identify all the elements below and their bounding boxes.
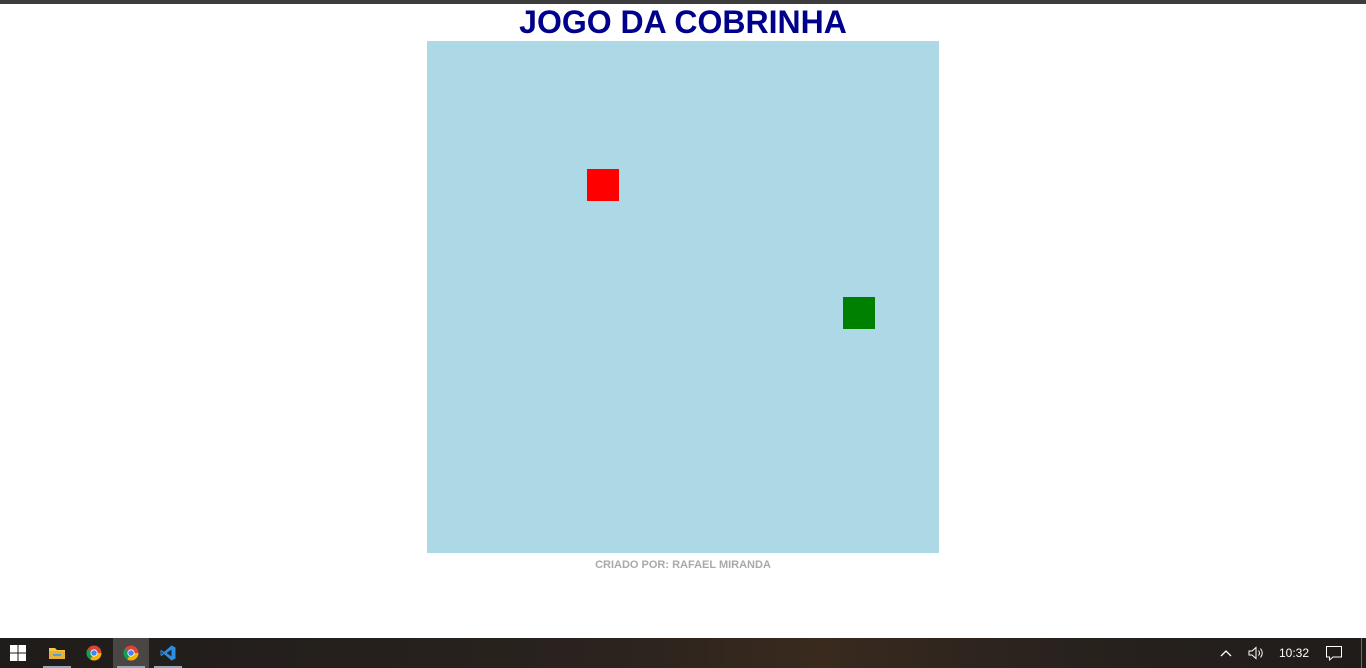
chrome-icon bbox=[123, 645, 139, 661]
start-button[interactable] bbox=[0, 638, 36, 668]
snake-head bbox=[843, 297, 875, 329]
author-credit: CRIADO POR: RAFAEL MIRANDA bbox=[595, 559, 771, 571]
action-center-button[interactable] bbox=[1320, 638, 1348, 668]
taskbar-chrome[interactable] bbox=[76, 638, 112, 668]
notification-icon bbox=[1326, 645, 1342, 661]
taskbar-chrome-active[interactable] bbox=[113, 638, 149, 668]
chrome-icon bbox=[86, 645, 102, 661]
game-board[interactable] bbox=[427, 41, 939, 553]
food-block bbox=[587, 169, 619, 201]
taskbar-file-explorer[interactable] bbox=[39, 638, 75, 668]
taskbar-vscode[interactable] bbox=[150, 638, 186, 668]
start-icon bbox=[10, 645, 26, 661]
clock[interactable]: 10:32 bbox=[1274, 638, 1314, 668]
page-title: JOGO DA COBRINHA bbox=[519, 4, 847, 40]
chevron-up-icon bbox=[1220, 650, 1232, 657]
volume-icon bbox=[1248, 646, 1263, 660]
windows-taskbar: 10:32 bbox=[0, 638, 1366, 668]
file-explorer-icon bbox=[49, 648, 65, 659]
show-desktop-button[interactable] bbox=[1361, 638, 1366, 668]
vscode-icon bbox=[160, 645, 176, 661]
volume-button[interactable] bbox=[1244, 638, 1270, 668]
show-hidden-icons-button[interactable] bbox=[1214, 638, 1238, 668]
